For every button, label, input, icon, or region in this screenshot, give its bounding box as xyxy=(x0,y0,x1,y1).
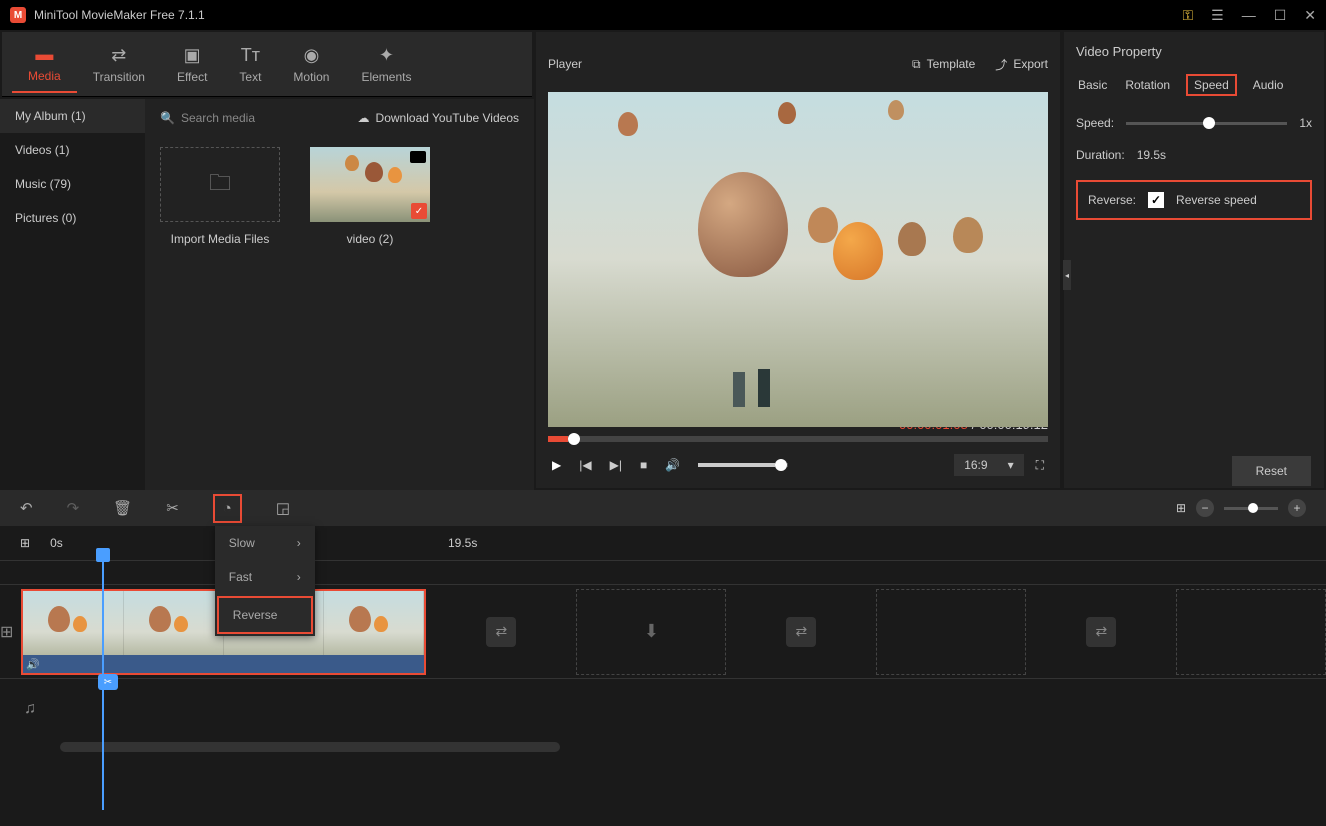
search-input[interactable]: 🔍Search media xyxy=(160,111,255,125)
volume-icon[interactable]: 🔊 xyxy=(665,458,680,472)
fullscreen-button[interactable]: ⛶ xyxy=(1036,458,1044,473)
clip-volume-icon[interactable]: 🔊 xyxy=(26,658,40,671)
minimize-icon[interactable]: — xyxy=(1242,7,1256,23)
folder-icon: 🗀 xyxy=(209,166,231,204)
player-title: Player xyxy=(548,57,582,71)
tab-transition[interactable]: ⇄Transition xyxy=(77,37,161,92)
media-sidebar: My Album (1) Videos (1) Music (79) Pictu… xyxy=(0,99,145,490)
property-title: Video Property xyxy=(1076,44,1312,59)
template-icon: ⧉ xyxy=(912,57,921,72)
video-track-icon: ⊞ xyxy=(0,585,13,678)
sidebar-item-pictures[interactable]: Pictures (0) xyxy=(0,201,145,235)
volume-slider[interactable] xyxy=(698,463,788,467)
playhead-scissors-icon[interactable]: ✂ xyxy=(98,674,118,690)
search-icon: 🔍 xyxy=(160,111,175,125)
export-button[interactable]: ⤴Export xyxy=(995,56,1048,73)
reverse-checkbox[interactable]: ✓ xyxy=(1148,192,1164,208)
duration-label: Duration: xyxy=(1076,148,1125,162)
transition-icon: ⇄ xyxy=(111,45,126,66)
key-icon[interactable]: ⚿ xyxy=(1182,7,1193,24)
reverse-text: Reverse speed xyxy=(1176,193,1257,207)
text-icon: Tᴛ xyxy=(241,45,260,66)
stop-button[interactable]: ■ xyxy=(640,458,647,472)
tab-text[interactable]: TᴛText xyxy=(223,37,277,92)
tab-media[interactable]: ▬Media xyxy=(12,36,77,93)
duration-value: 19.5s xyxy=(1137,148,1166,162)
timeline-scrollbar[interactable] xyxy=(60,742,560,752)
import-label: Import Media Files xyxy=(171,232,270,246)
split-button[interactable]: ✂ xyxy=(166,499,179,517)
transition-slot[interactable]: ⇄ xyxy=(486,617,516,647)
speed-slider[interactable] xyxy=(1126,122,1287,125)
close-icon[interactable]: ✕ xyxy=(1304,7,1316,24)
transition-slot[interactable]: ⇄ xyxy=(1086,617,1116,647)
speed-menu: Slow› Fast› Reverse xyxy=(215,526,315,636)
effect-icon: ▣ xyxy=(184,45,201,66)
app-logo-icon: M xyxy=(10,7,26,23)
delete-button[interactable]: 🗑 xyxy=(113,499,132,517)
audio-track-icon: ♫ xyxy=(0,679,60,738)
speed-label: Speed: xyxy=(1076,116,1114,130)
speed-button[interactable]: ◔ Slow› Fast› Reverse xyxy=(213,494,242,523)
collapse-panel-button[interactable]: ◂ xyxy=(1063,260,1071,290)
drop-zone[interactable]: ⬇ xyxy=(576,589,726,675)
cloud-download-icon: ☁ xyxy=(358,111,370,125)
prev-frame-button[interactable]: |◀ xyxy=(579,458,591,472)
add-track-icon[interactable]: ⊞ xyxy=(20,536,30,550)
main-toolbar: ▬Media ⇄Transition ▣Effect TᴛText ◉Motio… xyxy=(2,32,532,97)
reverse-row: Reverse: ✓ Reverse speed xyxy=(1076,180,1312,220)
folder-icon: ▬ xyxy=(35,44,53,65)
edit-toolbar: ↶ ↷ 🗑 ✂ ◔ Slow› Fast› Reverse ◲ ⊞ − + xyxy=(0,490,1326,526)
drop-zone[interactable] xyxy=(876,589,1026,675)
zoom-out-button[interactable]: − xyxy=(1196,499,1214,517)
media-thumbnail[interactable] xyxy=(310,147,430,222)
crop-button[interactable]: ◲ xyxy=(276,499,290,517)
reset-button[interactable]: Reset xyxy=(1232,456,1311,486)
drop-zone[interactable] xyxy=(1176,589,1326,675)
template-button[interactable]: ⧉Template xyxy=(912,57,975,72)
fit-icon[interactable]: ⊞ xyxy=(1176,501,1186,515)
import-media-button[interactable]: 🗀 xyxy=(160,147,280,222)
play-button[interactable]: ▶ xyxy=(552,458,561,472)
prop-tab-basic[interactable]: Basic xyxy=(1076,74,1109,96)
aspect-ratio-select[interactable]: 16:9▾ xyxy=(954,454,1023,476)
sidebar-item-myalbum[interactable]: My Album (1) xyxy=(0,99,145,133)
prop-tab-rotation[interactable]: Rotation xyxy=(1123,74,1172,96)
app-title: MiniTool MovieMaker Free 7.1.1 xyxy=(34,8,205,22)
tab-motion[interactable]: ◉Motion xyxy=(277,37,345,92)
sidebar-item-music[interactable]: Music (79) xyxy=(0,167,145,201)
speed-menu-reverse[interactable]: Reverse xyxy=(217,596,313,634)
chevron-right-icon: › xyxy=(297,570,301,584)
zoom-slider[interactable] xyxy=(1224,507,1278,510)
elements-icon: ✦ xyxy=(379,45,394,66)
prop-tab-audio[interactable]: Audio xyxy=(1251,74,1286,96)
titlebar: M MiniTool MovieMaker Free 7.1.1 ⚿ ☰ — ☐… xyxy=(0,0,1326,30)
download-youtube-button[interactable]: ☁Download YouTube Videos xyxy=(358,111,519,125)
timeline-ruler[interactable]: ⊞ 0s 19.5s ✂ xyxy=(0,526,1326,560)
chevron-down-icon: ▾ xyxy=(1008,458,1014,472)
redo-button[interactable]: ↷ xyxy=(67,499,80,517)
undo-button[interactable]: ↶ xyxy=(20,499,33,517)
tab-elements[interactable]: ✦Elements xyxy=(345,37,427,92)
transition-slot[interactable]: ⇄ xyxy=(786,617,816,647)
speed-menu-fast[interactable]: Fast› xyxy=(215,560,315,594)
speed-value: 1x xyxy=(1299,116,1312,130)
zoom-in-button[interactable]: + xyxy=(1288,499,1306,517)
video-preview xyxy=(548,92,1048,427)
chevron-right-icon: › xyxy=(297,536,301,550)
media-label: video (2) xyxy=(347,232,394,246)
prop-tab-speed[interactable]: Speed xyxy=(1186,74,1237,96)
next-frame-button[interactable]: ▶| xyxy=(610,458,622,472)
maximize-icon[interactable]: ☐ xyxy=(1274,7,1287,24)
reverse-label: Reverse: xyxy=(1088,193,1136,207)
tab-effect[interactable]: ▣Effect xyxy=(161,37,223,92)
motion-icon: ◉ xyxy=(304,45,320,66)
export-icon: ⤴ xyxy=(995,56,1007,73)
player-seekbar[interactable] xyxy=(548,436,1048,442)
speed-menu-slow[interactable]: Slow› xyxy=(215,526,315,560)
sidebar-item-videos[interactable]: Videos (1) xyxy=(0,133,145,167)
menu-icon[interactable]: ☰ xyxy=(1211,7,1224,24)
